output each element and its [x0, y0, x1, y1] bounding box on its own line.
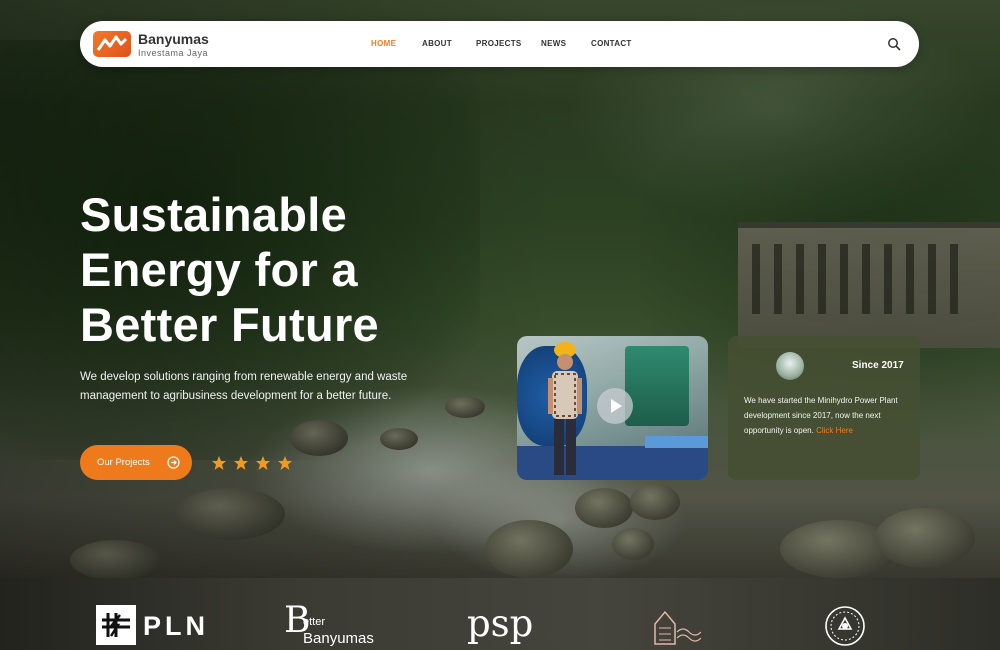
hero-description: We develop solutions ranging from renewa…: [80, 371, 408, 402]
hero-headline: Sustainable Energy for a Better Future: [80, 187, 500, 352]
star-icon: [212, 456, 226, 470]
star-icon: [278, 456, 292, 470]
nav-news[interactable]: NEWS: [541, 39, 566, 48]
psp-logo: psp: [467, 602, 534, 645]
pipe-image: [645, 436, 708, 448]
star-icon: [256, 456, 270, 470]
info-card: Since 2017 We have started the Minihydro…: [728, 336, 920, 480]
better-banyumas-line1: etter: [303, 616, 326, 628]
mandiri-seal-icon: [654, 610, 701, 645]
rating-stars: [211, 455, 299, 471]
nav-contact[interactable]: CONTACT: [591, 39, 632, 48]
headline-line: Energy for a: [80, 243, 358, 296]
arrow-circle-right-icon: [167, 456, 180, 469]
video-card[interactable]: [517, 336, 708, 480]
recycle-badge-icon: [825, 606, 865, 646]
better-banyumas-line2: Banyumas: [303, 630, 374, 647]
navbar: Banyumas Investama Jaya HOME ABOUT PROJE…: [80, 21, 919, 67]
pln-logo-text: PLN: [143, 611, 209, 641]
logo-icon[interactable]: [93, 31, 131, 57]
play-button[interactable]: [597, 388, 633, 424]
nav-home[interactable]: HOME: [371, 39, 396, 48]
project-thumbnail: [776, 352, 804, 380]
nav-about[interactable]: ABOUT: [422, 39, 452, 48]
search-icon[interactable]: [887, 37, 901, 51]
since-label: Since 2017: [852, 360, 904, 371]
our-projects-button[interactable]: Our Projects: [80, 445, 192, 480]
partners-strip: PLN B etter Banyumas psp: [0, 578, 1000, 650]
brand-subtitle: Investama Jaya: [138, 48, 209, 58]
nav-projects[interactable]: PROJECTS: [476, 39, 522, 48]
worker-figure: [548, 342, 582, 475]
cta-label: Our Projects: [97, 457, 150, 468]
machine-image: [625, 346, 689, 426]
click-here-link[interactable]: Click Here: [816, 426, 853, 435]
play-icon: [611, 399, 622, 413]
pln-logo-icon: [96, 605, 136, 645]
brand-name[interactable]: Banyumas: [138, 31, 209, 47]
headline-line: Better Future: [80, 298, 379, 351]
headline-line: Sustainable: [80, 188, 348, 241]
info-text: We have started the Minihydro Power Plan…: [744, 393, 908, 438]
star-icon: [234, 456, 248, 470]
